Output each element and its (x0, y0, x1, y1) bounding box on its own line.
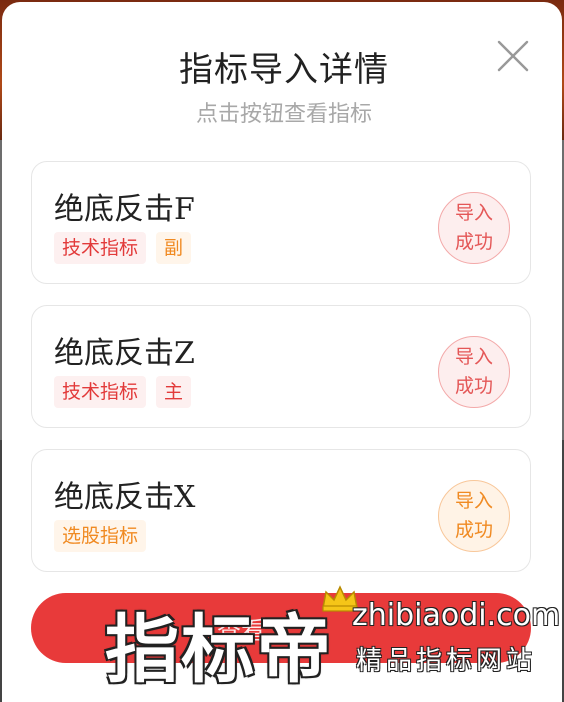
indicator-name: 绝底反击X (54, 480, 196, 515)
indicator-card[interactable]: 绝底反击F 技术指标 副 导入 成功 (31, 161, 531, 284)
import-success-stamp: 导入 成功 (438, 336, 510, 408)
tag-indicator-type: 技术指标 (54, 376, 147, 408)
indicator-name: 绝底反击F (54, 192, 195, 227)
tag-chart-position: 副 (156, 232, 192, 264)
tag-indicator-type: 技术指标 (54, 232, 147, 264)
watermark-slogan: 精品指标网站 (356, 646, 537, 676)
import-success-stamp: 导入 成功 (438, 480, 510, 552)
dialog-subtitle: 点击按钮查看指标 (195, 102, 372, 127)
tag-chart-position: 主 (156, 376, 192, 408)
indicator-card[interactable]: 绝底反击X 选股指标 导入 成功 (31, 449, 531, 572)
indicator-tags: 技术指标 副 (54, 232, 192, 264)
dialog-title: 指标导入详情 (179, 50, 389, 90)
close-icon[interactable] (495, 38, 531, 74)
tag-indicator-type: 选股指标 (54, 520, 147, 552)
watermark-url: zhibiaodi.com (352, 598, 561, 633)
indicator-name: 绝底反击Z (54, 336, 195, 371)
indicator-card[interactable]: 绝底反击Z 技术指标 主 导入 成功 (31, 305, 531, 428)
watermark-brand: 指标帝 (105, 607, 333, 693)
indicator-tags: 技术指标 主 (54, 376, 192, 408)
import-success-stamp: 导入 成功 (438, 192, 510, 264)
indicator-tags: 选股指标 (54, 520, 147, 552)
